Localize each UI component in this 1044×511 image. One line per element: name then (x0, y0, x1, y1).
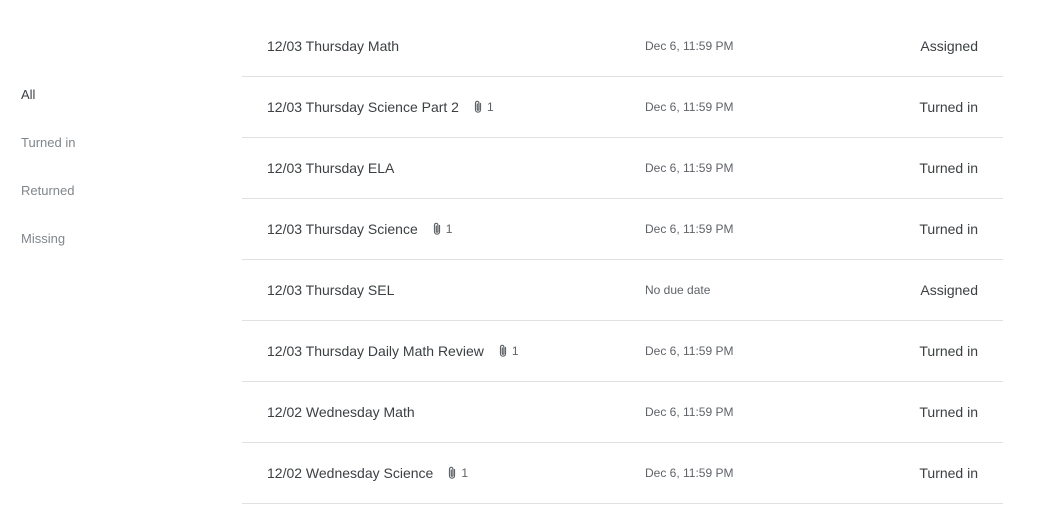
attachment-count: 1 (432, 222, 453, 236)
filter-turned-in[interactable]: Turned in (21, 135, 75, 151)
filter-missing[interactable]: Missing (21, 231, 65, 247)
assignment-row[interactable]: 12/02 Wednesday Math Dec 6, 11:59 PM Tur… (242, 382, 1003, 443)
assignment-title: 12/02 Wednesday Science (267, 465, 434, 481)
status-filter-sidebar: All Turned in Returned Missing (0, 0, 240, 511)
due-date: Dec 6, 11:59 PM (645, 100, 734, 114)
due-date: No due date (645, 283, 711, 297)
status-label: Assigned (920, 38, 978, 54)
due-date: Dec 6, 11:59 PM (645, 39, 734, 53)
attachment-count: 1 (473, 100, 494, 114)
assignment-row[interactable]: 12/02 Wednesday Science 1 Dec 6, 11:59 P… (242, 443, 1003, 504)
due-date: Dec 6, 11:59 PM (645, 161, 734, 175)
assignment-title: 12/03 Thursday Science Part 2 (267, 99, 459, 115)
filter-all[interactable]: All (21, 87, 35, 103)
due-date: Dec 6, 11:59 PM (645, 222, 734, 236)
status-label: Assigned (920, 282, 978, 298)
assignment-row[interactable]: 12/03 Thursday SEL No due date Assigned (242, 260, 1003, 321)
attachment-count: 1 (447, 466, 468, 480)
assignment-row[interactable]: 12/03 Thursday Daily Math Review 1 Dec 6… (242, 321, 1003, 382)
paperclip-icon (449, 466, 456, 479)
attachment-count-text: 1 (445, 222, 453, 236)
assignment-row[interactable]: 12/03 Thursday ELA Dec 6, 11:59 PM Turne… (242, 138, 1003, 199)
status-label: Turned in (919, 160, 978, 176)
paperclip-icon (474, 100, 482, 113)
assignment-row[interactable]: 12/03 Thursday Math Dec 6, 11:59 PM Assi… (242, 16, 1003, 77)
status-label: Turned in (919, 465, 978, 481)
status-label: Turned in (919, 404, 978, 420)
due-date: Dec 6, 11:59 PM (645, 344, 734, 358)
paperclip-icon (433, 222, 440, 235)
attachment-count-text: 1 (461, 466, 468, 480)
assignment-title: 12/03 Thursday Math (267, 38, 400, 54)
assignment-title: 12/02 Wednesday Math (267, 404, 415, 420)
attachment-count-text: 1 (486, 100, 494, 114)
assignment-title: 12/03 Thursday ELA (267, 160, 395, 176)
status-label: Turned in (919, 99, 978, 115)
due-date: Dec 6, 11:59 PM (645, 466, 734, 480)
attachment-count: 1 (498, 344, 519, 358)
paperclip-icon (499, 344, 506, 357)
assignment-row[interactable]: 12/03 Thursday Science 1 Dec 6, 11:59 PM… (242, 199, 1003, 260)
assignment-title: 12/03 Thursday Science (267, 221, 418, 237)
assignment-title: 12/03 Thursday SEL (267, 282, 395, 298)
due-date: Dec 6, 11:59 PM (645, 405, 734, 419)
assignment-list: 12/03 Thursday Math Dec 6, 11:59 PM Assi… (242, 16, 1003, 504)
filter-returned[interactable]: Returned (21, 183, 74, 199)
attachment-count-text: 1 (511, 344, 519, 358)
status-label: Turned in (919, 221, 978, 237)
status-label: Turned in (919, 343, 978, 359)
assignment-row[interactable]: 12/03 Thursday Science Part 2 1 Dec 6, 1… (242, 77, 1003, 138)
assignment-title: 12/03 Thursday Daily Math Review (267, 343, 484, 359)
